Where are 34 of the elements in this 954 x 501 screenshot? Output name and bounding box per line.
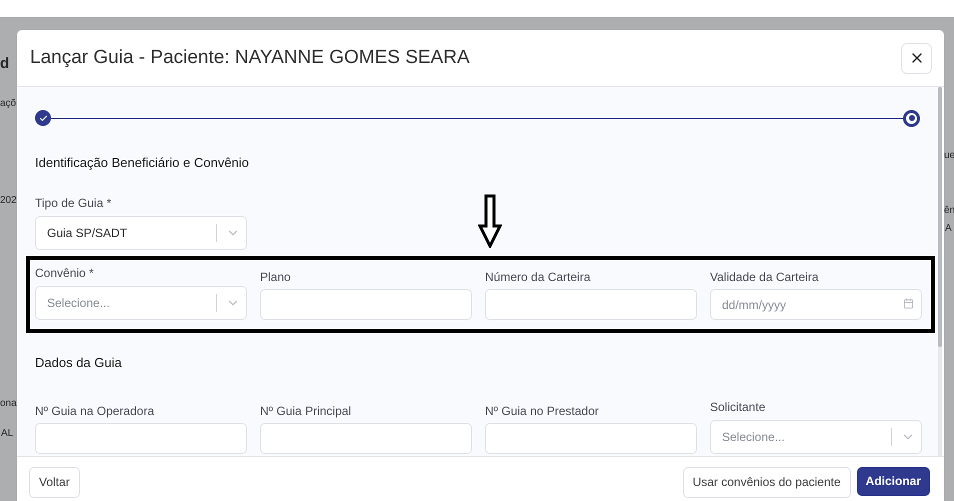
- secondary-button[interactable]: Usar convênios do paciente: [682, 466, 851, 498]
- select-value: Guia SP/SADT: [47, 226, 128, 240]
- close-button[interactable]: [901, 42, 932, 74]
- add-button[interactable]: Adicionar: [856, 466, 930, 496]
- field-label: Tipo de Guia *: [35, 196, 112, 210]
- scrollbar[interactable]: [938, 87, 942, 456]
- field-label: Validade da Carteira: [710, 270, 820, 284]
- select-placeholder: Selecione...: [722, 430, 786, 444]
- calendar-icon: [903, 298, 914, 309]
- section-title: Identificação Beneficiário e Convênio: [35, 155, 250, 170]
- background-text: 202: [0, 195, 17, 206]
- text-field[interactable]: [260, 289, 472, 320]
- field-label: Convênio *: [35, 266, 95, 280]
- date-field[interactable]: dd/mm/yyyy: [710, 289, 922, 320]
- background-text: AL: [1, 428, 14, 439]
- field-label: Solicitante: [710, 400, 766, 414]
- down-arrow-icon: [478, 194, 502, 248]
- field-label: Nº Guia na Operadora: [35, 404, 156, 418]
- modal-title: Lançar Guia - Paciente: NAYANNE GOMES SEARA: [30, 47, 470, 69]
- section-title: Dados da Guia: [35, 355, 123, 370]
- background-text: açõ: [0, 98, 16, 109]
- field-label: Número da Carteira: [485, 270, 592, 284]
- background-text: d: [0, 55, 10, 72]
- field-label: Plano: [260, 270, 292, 284]
- select-field[interactable]: Guia SP/SADT: [35, 216, 247, 250]
- text-field[interactable]: [485, 289, 697, 320]
- text-field[interactable]: [35, 423, 247, 454]
- select-placeholder: Selecione...: [47, 296, 111, 310]
- text-field[interactable]: [260, 423, 472, 454]
- field-label: Nº Guia no Prestador: [485, 404, 600, 418]
- back-button[interactable]: Voltar: [29, 466, 80, 498]
- background-text: A: [945, 223, 952, 234]
- text-field[interactable]: [485, 423, 697, 454]
- field-label: Nº Guia Principal: [260, 404, 352, 418]
